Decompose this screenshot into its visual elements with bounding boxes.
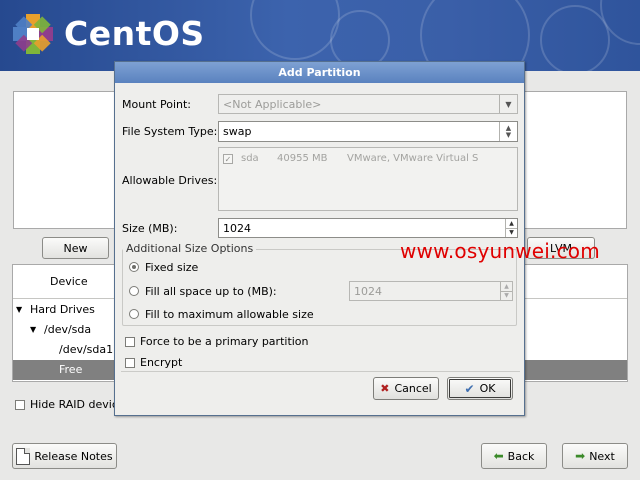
up-down-arrows-icon: ▲ ▼ (499, 122, 517, 141)
encrypt-checkbox[interactable] (125, 358, 135, 368)
release-notes-button[interactable]: Release Notes (12, 443, 117, 469)
column-header-device[interactable]: Device (50, 275, 88, 288)
arrow-right-icon: ➡ (575, 449, 586, 463)
size-label: Size (MB): (122, 222, 178, 235)
allowable-drives-list[interactable]: ✓ sda 40955 MB VMware, VMware Virtual S (218, 147, 518, 211)
centos-logo-text: CentOS (64, 14, 205, 53)
drive-sda-checkbox[interactable]: ✓ (223, 154, 233, 164)
hide-raid-checkbox[interactable] (15, 400, 25, 410)
document-icon (16, 447, 31, 465)
mount-point-combo[interactable]: <Not Applicable> ▼ (218, 94, 518, 114)
centos-logo-icon (13, 14, 53, 54)
fs-type-select[interactable]: swap ▲ ▼ (218, 121, 518, 142)
fill-up-to-spinbox[interactable]: 1024 ▲ ▼ (349, 281, 513, 301)
expander-down-icon[interactable]: ▼ (16, 305, 22, 314)
expander-down-icon[interactable]: ▼ (30, 325, 36, 334)
primary-partition-label: Force to be a primary partition (140, 335, 309, 348)
primary-partition-checkbox[interactable] (125, 337, 135, 347)
ok-button[interactable]: ✔ OK (447, 377, 513, 400)
fixed-size-label: Fixed size (145, 261, 199, 274)
fill-up-to-label: Fill all space up to (MB): (145, 285, 277, 298)
fs-type-label: File System Type: (122, 125, 218, 138)
drive-model: VMware, VMware Virtual S (347, 153, 479, 164)
watermark-text: www.osyunwei.com (400, 239, 600, 263)
chevron-down-icon: ▼ (499, 95, 517, 113)
spin-arrows-icon[interactable]: ▲ ▼ (500, 282, 512, 300)
fill-max-radio[interactable] (129, 309, 139, 319)
hide-raid-label: Hide RAID device (30, 398, 125, 411)
drive-size: 40955 MB (277, 153, 328, 164)
fixed-size-radio[interactable] (129, 262, 139, 272)
fill-max-label: Fill to maximum allowable size (145, 308, 314, 321)
size-spinbox[interactable]: 1024 ▲ ▼ (218, 218, 518, 238)
mount-point-label: Mount Point: (122, 98, 191, 111)
drive-name: sda (241, 153, 259, 164)
dialog-separator (121, 371, 520, 372)
allowable-drives-label: Allowable Drives: (122, 174, 218, 187)
additional-size-options-label: Additional Size Options (123, 242, 257, 255)
ok-check-icon: ✔ (464, 381, 475, 396)
spin-arrows-icon[interactable]: ▲ ▼ (505, 219, 517, 237)
dialog-title[interactable]: Add Partition (115, 62, 524, 83)
arrow-left-icon: ⬅ (493, 449, 504, 463)
cancel-button[interactable]: ✖ Cancel (373, 377, 439, 400)
next-button[interactable]: ➡ Next (562, 443, 628, 469)
new-button[interactable]: New (42, 237, 109, 259)
encrypt-label: Encrypt (140, 356, 183, 369)
cancel-x-icon: ✖ (380, 382, 390, 395)
back-button[interactable]: ⬅ Back (481, 443, 547, 469)
fill-up-to-radio[interactable] (129, 286, 139, 296)
